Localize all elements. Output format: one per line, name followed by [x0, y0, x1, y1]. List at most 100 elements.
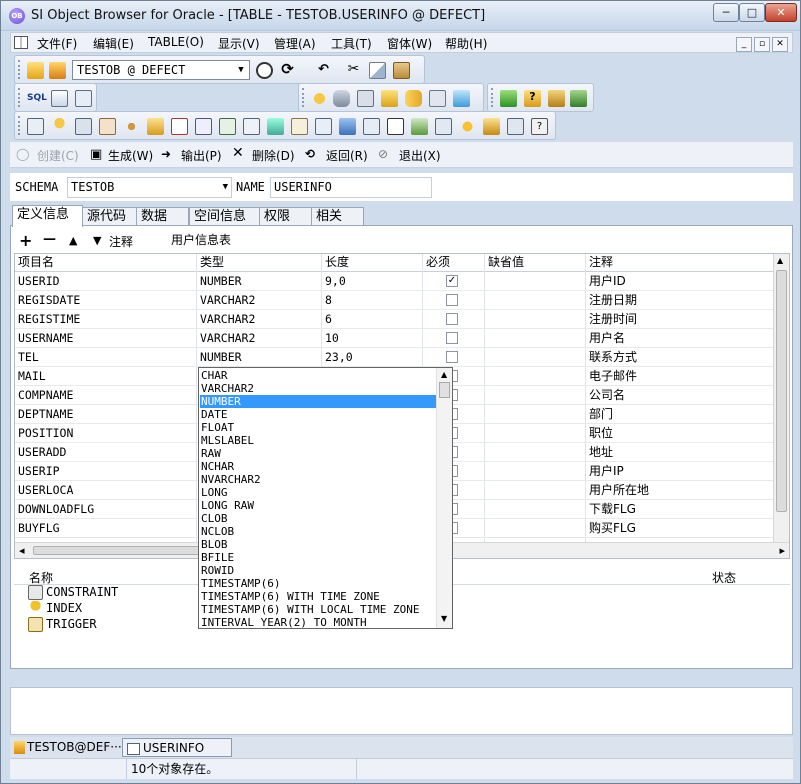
dropdown-scroll-thumb[interactable] [439, 382, 450, 398]
dropdown-scrollbar[interactable]: ▲ ▼ [436, 368, 452, 628]
dropdown-option[interactable]: MLSLABEL [200, 434, 436, 447]
disconnect-icon[interactable] [49, 62, 66, 79]
column-type-cell[interactable]: VARCHAR2 [198, 329, 255, 348]
column-length-cell[interactable]: 9,0 [323, 272, 346, 291]
key-icon[interactable] [51, 118, 68, 135]
name-field[interactable]: USERINFO [270, 177, 432, 198]
report-icon[interactable] [75, 90, 92, 107]
tab-related[interactable]: 相关 [311, 207, 364, 226]
toolbar-grip[interactable] [491, 88, 494, 107]
back-button[interactable]: 返回(R) [326, 147, 368, 164]
paste-icon[interactable] [393, 62, 410, 79]
server-icon[interactable] [357, 90, 374, 107]
required-checkbox[interactable] [446, 313, 458, 325]
column-length-cell[interactable]: 10 [323, 329, 339, 348]
column-name-cell[interactable]: MAIL [16, 367, 46, 386]
grid-scroll-thumb[interactable] [776, 270, 787, 512]
dropdown-option[interactable]: BFILE [200, 551, 436, 564]
tab-space[interactable]: 空间信息 [189, 207, 260, 226]
dropdown-option[interactable]: RAW [200, 447, 436, 460]
required-checkbox[interactable] [446, 332, 458, 344]
column-length-cell[interactable]: 23,0 [323, 348, 353, 367]
header-type[interactable]: 类型 [198, 254, 224, 272]
column-comment-cell[interactable]: 用户IP [587, 462, 624, 481]
dropdown-option[interactable]: TIMESTAMP(6) WITH TIME ZONE [200, 590, 436, 603]
column-name-cell[interactable]: USERLOCA [16, 481, 73, 500]
exit-button[interactable]: 退出(X) [399, 147, 441, 164]
add-column-button[interactable]: + [19, 231, 32, 250]
column-type-cell[interactable]: NUMBER [198, 272, 242, 291]
required-checkbox[interactable] [446, 294, 458, 306]
queue-icon[interactable] [435, 118, 452, 135]
column-comment-cell[interactable]: 注册日期 [587, 291, 637, 310]
tab-source[interactable]: 源代码 [82, 207, 137, 226]
tab-data[interactable]: 数据 [136, 207, 189, 226]
java-icon[interactable] [411, 118, 428, 135]
tab-definition[interactable]: 定义信息 [12, 205, 83, 227]
table-row[interactable]: REGISDATE VARCHAR2 8 注册日期 [15, 291, 775, 310]
header-length[interactable]: 长度 [323, 254, 349, 272]
remove-column-button[interactable]: — [43, 232, 56, 247]
refresh-icon[interactable]: ⟳ [279, 62, 296, 79]
column-name-cell[interactable]: DEPTNAME [16, 405, 73, 424]
toolbar-grip[interactable] [302, 88, 305, 107]
dropdown-option[interactable]: DATE [200, 408, 436, 421]
snapshot-icon[interactable] [315, 118, 332, 135]
column-type-cell[interactable]: NUMBER [198, 348, 242, 367]
sql-icon[interactable]: SQL [27, 90, 47, 107]
column-comment-cell[interactable]: 用户所在地 [587, 481, 649, 500]
maximize-button[interactable]: □ [739, 3, 765, 22]
column-comment-cell[interactable]: 注册时间 [587, 310, 637, 329]
column-name-cell[interactable]: USERADD [16, 443, 66, 462]
connection-combo[interactable]: TESTOB @ DEFECT ▼ [72, 60, 250, 80]
dropdown-option[interactable]: NVARCHAR2 [200, 473, 436, 486]
job-icon[interactable] [459, 118, 476, 135]
column-comment-cell[interactable]: 职位 [587, 424, 613, 443]
column-comment-cell[interactable]: 电子邮件 [587, 367, 637, 386]
generate-button[interactable]: 生成(W) [108, 147, 153, 164]
column-comment-cell[interactable]: 购买FLG [587, 519, 636, 538]
dropdown-option[interactable]: TIMESTAMP(6) [200, 577, 436, 590]
column-comment-cell[interactable]: 公司名 [587, 386, 625, 405]
directory-icon[interactable] [363, 118, 380, 135]
header-required[interactable]: 必须 [424, 254, 450, 272]
window-tab-connection[interactable]: TESTOB@DEF··· [12, 738, 122, 757]
header-name[interactable]: 项目名 [16, 254, 54, 272]
sequence-icon[interactable] [123, 118, 140, 135]
column-name-cell[interactable]: USERIP [16, 462, 60, 481]
column-name-cell[interactable]: USERID [16, 272, 60, 291]
related-name-header[interactable]: 名称 [29, 569, 53, 586]
view-icon[interactable] [75, 118, 92, 135]
table-row[interactable]: USERNAME VARCHAR2 10 用户名 [15, 329, 775, 348]
procedure-icon[interactable] [171, 118, 188, 135]
tablespace-icon[interactable] [405, 90, 422, 107]
tree-item-constraint[interactable]: CONSTRAINT [28, 585, 118, 600]
header-default[interactable]: 缺省值 [486, 254, 524, 272]
dropdown-option[interactable]: FLOAT [200, 421, 436, 434]
type-icon[interactable] [387, 118, 404, 135]
column-name-cell[interactable]: REGISDATE [16, 291, 80, 310]
column-comment-cell[interactable]: 用户ID [587, 272, 626, 291]
cut-icon[interactable]: ✂ [345, 62, 362, 79]
menu-view[interactable]: 显示(V) [218, 35, 260, 52]
window-tab-userinfo[interactable]: USERINFO [122, 738, 232, 757]
file-icon[interactable] [429, 90, 446, 107]
toolbar-grip[interactable] [18, 88, 21, 107]
package-icon[interactable] [147, 118, 164, 135]
info-icon[interactable]: ? [531, 118, 548, 135]
schema-select[interactable]: TESTOB ▼ [67, 177, 232, 198]
column-comment-cell[interactable]: 下载FLG [587, 500, 636, 519]
menu-edit[interactable]: 编辑(E) [93, 35, 134, 52]
mdi-close-button[interactable]: ✕ [772, 37, 788, 52]
close-button[interactable]: ✕ [765, 3, 797, 22]
tree-item-index[interactable]: INDEX [28, 601, 82, 616]
chevron-down-icon[interactable]: ▼ [234, 62, 248, 78]
dropdown-scroll-down-icon[interactable]: ▼ [441, 614, 447, 623]
toolbar-grip[interactable] [18, 60, 21, 79]
type-dropdown-list[interactable]: CHAR VARCHAR2 NUMBER DATE FLOAT MLSLABEL RAW NC… [198, 367, 453, 629]
header-comment[interactable]: 注释 [587, 254, 613, 272]
table-row[interactable]: USERID NUMBER 9,0 用户ID ✓ [15, 272, 775, 291]
column-comment-cell[interactable]: 地址 [587, 443, 613, 462]
profile-icon[interactable] [507, 118, 524, 135]
related-status-header[interactable]: 状态 [712, 569, 736, 586]
